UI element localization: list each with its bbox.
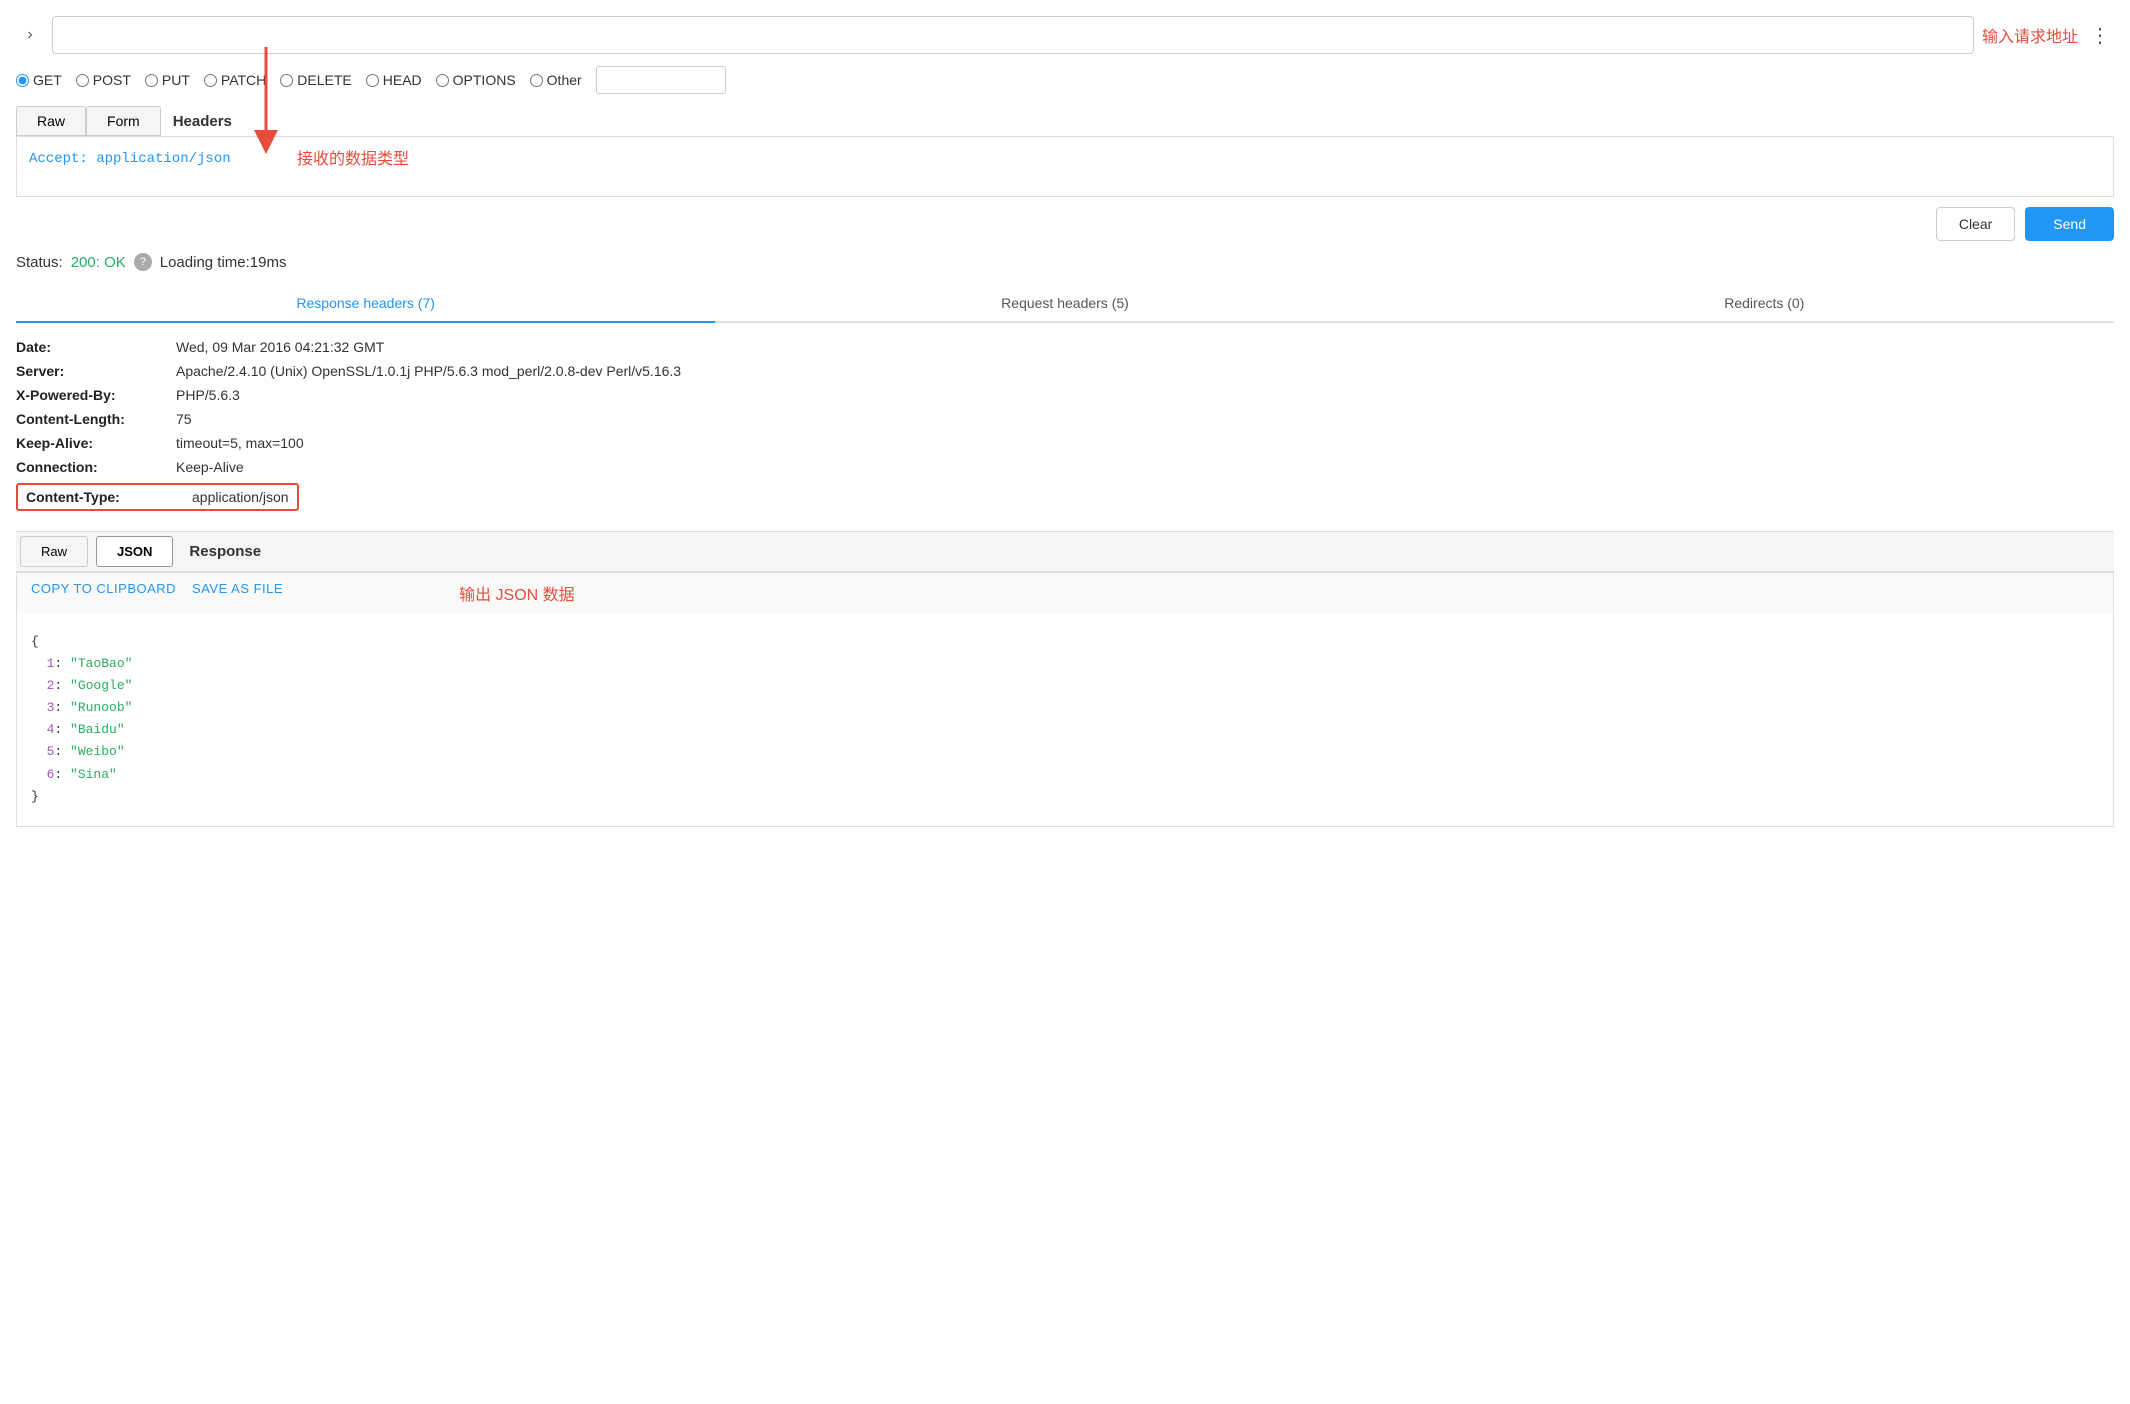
method-other-label: Other <box>547 72 582 88</box>
method-post[interactable]: POST <box>76 72 131 88</box>
header-date-val: Wed, 09 Mar 2016 04:21:32 GMT <box>176 339 384 355</box>
tab-redirects[interactable]: Redirects (0) <box>1415 285 2114 323</box>
header-content-length-val: 75 <box>176 411 192 427</box>
other-method-input[interactable] <box>596 66 726 94</box>
header-connection: Connection: Keep-Alive <box>16 455 2114 479</box>
header-content-type: Content-Type: application/json <box>16 479 2114 515</box>
bottom-tab-json[interactable]: JSON <box>96 536 173 567</box>
method-get[interactable]: GET <box>16 72 62 88</box>
method-delete[interactable]: DELETE <box>280 72 351 88</box>
header-connection-val: Keep-Alive <box>176 459 244 475</box>
json-open-brace: { <box>31 631 2099 653</box>
header-x-powered-by: X-Powered-By: PHP/5.6.3 <box>16 383 2114 407</box>
header-date: Date: Wed, 09 Mar 2016 04:21:32 GMT <box>16 335 2114 359</box>
send-button[interactable]: Send <box>2025 207 2114 241</box>
header-keep-alive-key: Keep-Alive: <box>16 435 176 451</box>
json-body: { 1: "TaoBao" 2: "Google" 3: "Runoob" 4:… <box>31 623 2099 816</box>
method-options[interactable]: OPTIONS <box>436 72 516 88</box>
json-line-5: 5: "Weibo" <box>31 741 2099 763</box>
method-patch[interactable]: PATCH <box>204 72 266 88</box>
bottom-tab-raw[interactable]: Raw <box>20 536 88 567</box>
header-content-length: Content-Length: 75 <box>16 407 2114 431</box>
header-date-key: Date: <box>16 339 176 355</box>
json-close-brace: } <box>31 786 2099 808</box>
header-x-powered-by-key: X-Powered-By: <box>16 387 176 403</box>
copy-row: COPY TO CLIPBOARD SAVE AS FILE 输出 JSON 数… <box>16 572 2114 613</box>
request-tabs-row: Raw Form Headers <box>16 106 2114 137</box>
method-patch-radio[interactable] <box>204 74 217 87</box>
header-x-powered-by-val: PHP/5.6.3 <box>176 387 240 403</box>
more-button[interactable]: ⋮ <box>2086 21 2114 49</box>
clear-button[interactable]: Clear <box>1936 207 2015 241</box>
method-get-radio[interactable] <box>16 74 29 87</box>
tab-headers-label: Headers <box>161 107 244 136</box>
url-row: › http://localhost/restexample/site/list… <box>16 16 2114 54</box>
copy-to-clipboard-link[interactable]: COPY TO CLIPBOARD <box>31 581 176 605</box>
json-line-4: 4: "Baidu" <box>31 719 2099 741</box>
method-head[interactable]: HEAD <box>366 72 422 88</box>
tab-raw[interactable]: Raw <box>16 106 86 136</box>
header-content-type-val: application/json <box>192 489 289 505</box>
json-line-6: 6: "Sina" <box>31 764 2099 786</box>
url-input[interactable]: http://localhost/restexample/site/list/ <box>52 16 1974 54</box>
method-put[interactable]: PUT <box>145 72 190 88</box>
method-put-radio[interactable] <box>145 74 158 87</box>
json-output-hint: 输出 JSON 数据 <box>459 581 575 605</box>
tab-form[interactable]: Form <box>86 106 161 136</box>
header-server: Server: Apache/2.4.10 (Unix) OpenSSL/1.0… <box>16 359 2114 383</box>
header-server-val: Apache/2.4.10 (Unix) OpenSSL/1.0.1j PHP/… <box>176 363 681 379</box>
json-line-1: 1: "TaoBao" <box>31 653 2099 675</box>
response-header-tabs: Response headers (7) Request headers (5)… <box>16 285 2114 323</box>
status-row: Status: 200: OK ? Loading time:19ms <box>16 253 2114 271</box>
headers-code: Accept: application/json <box>29 151 231 167</box>
method-post-radio[interactable] <box>76 74 89 87</box>
url-hint: 输入请求地址 <box>1982 23 2078 47</box>
loading-time: Loading time:19ms <box>160 254 287 271</box>
main-container: › http://localhost/restexample/site/list… <box>0 0 2130 843</box>
header-keep-alive: Keep-Alive: timeout=5, max=100 <box>16 431 2114 455</box>
save-as-file-link[interactable]: SAVE AS FILE <box>192 581 283 605</box>
bottom-tab-response-label: Response <box>177 543 273 560</box>
help-icon[interactable]: ? <box>134 253 152 271</box>
tab-response-headers[interactable]: Response headers (7) <box>16 285 715 323</box>
action-row: Clear Send <box>16 207 2114 241</box>
status-code: 200: OK <box>71 254 126 271</box>
header-keep-alive-val: timeout=5, max=100 <box>176 435 304 451</box>
method-other-radio[interactable] <box>530 74 543 87</box>
method-options-radio[interactable] <box>436 74 449 87</box>
header-server-key: Server: <box>16 363 176 379</box>
method-head-radio[interactable] <box>366 74 379 87</box>
status-label: Status: <box>16 254 63 271</box>
method-delete-radio[interactable] <box>280 74 293 87</box>
header-content-type-key: Content-Type: <box>26 489 186 505</box>
annotation-container: Accept: application/json 接收的数据类型 <box>16 137 2114 197</box>
header-connection-key: Connection: <box>16 459 176 475</box>
method-other[interactable]: Other <box>530 72 582 88</box>
method-row: GET POST PUT PATCH DELETE HEAD OPTIONS O… <box>16 66 2114 94</box>
expand-button[interactable]: › <box>16 21 44 49</box>
response-headers-content: Date: Wed, 09 Mar 2016 04:21:32 GMT Serv… <box>16 335 2114 515</box>
headers-hint: 接收的数据类型 <box>297 145 409 169</box>
content-type-highlighted: Content-Type: application/json <box>16 483 299 511</box>
json-line-2: 2: "Google" <box>31 675 2099 697</box>
headers-area[interactable]: Accept: application/json 接收的数据类型 <box>16 137 2114 197</box>
header-content-length-key: Content-Length: <box>16 411 176 427</box>
tab-request-headers[interactable]: Request headers (5) <box>715 285 1414 323</box>
json-output-area: { 1: "TaoBao" 2: "Google" 3: "Runoob" 4:… <box>16 613 2114 827</box>
json-line-3: 3: "Runoob" <box>31 697 2099 719</box>
bottom-tabs-row: Raw JSON Response <box>16 531 2114 572</box>
